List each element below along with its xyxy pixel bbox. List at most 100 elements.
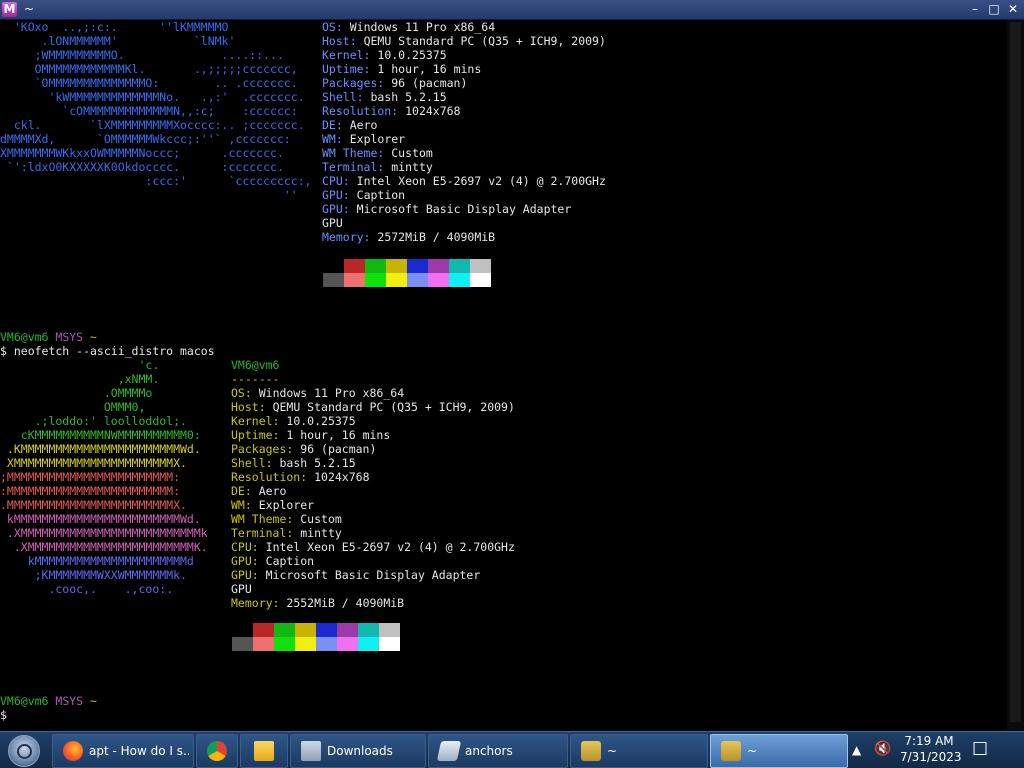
info-key: Memory <box>322 230 364 244</box>
info-colon: : <box>251 554 266 568</box>
taskbar-button-label: apt - How do I s... <box>89 744 189 758</box>
info-key: DE <box>231 484 245 498</box>
color-swatch <box>253 623 274 637</box>
info-key: GPU <box>231 554 252 568</box>
info-key: DE <box>322 118 336 132</box>
taskbar-button-folder[interactable] <box>240 734 288 768</box>
color-swatch <box>470 273 491 287</box>
maximize-button[interactable]: □ <box>985 2 1003 17</box>
color-swatch <box>358 623 379 637</box>
info-key: GPU <box>322 202 343 216</box>
folder-icon <box>254 741 274 761</box>
info-line: Packages: 96 (pacman) <box>231 442 376 456</box>
info-line: GPU <box>231 582 252 596</box>
taskbar-button-anchors[interactable]: anchors <box>428 734 568 768</box>
info-key: Kernel <box>231 414 273 428</box>
info-colon: : <box>363 230 378 244</box>
close-button[interactable]: ✕ <box>1004 2 1022 17</box>
taskbar-button-apt[interactable]: apt - How do I s... <box>52 734 194 768</box>
color-swatch <box>386 273 407 287</box>
color-swatch <box>316 637 337 651</box>
info-line: GPU: Microsoft Basic Display Adapter <box>231 568 480 582</box>
info-line: WM Theme: Custom <box>231 512 342 526</box>
ascii-art-line: `OMMMMMMMMMMMMMMO: .. .ccccccc. <box>0 76 298 90</box>
terminal-output[interactable]: 'KOxo ..,;:c:. ''lKMMMMMO .lONMMMMMM' `l… <box>0 20 1024 731</box>
taskbar-button-chrome[interactable] <box>196 734 238 768</box>
info-colon: : <box>286 526 301 540</box>
notification-icon[interactable]: ☐ <box>972 739 988 760</box>
minimize-button[interactable]: – <box>966 2 984 17</box>
color-swatch <box>449 273 470 287</box>
info-key: Resolution <box>231 470 301 484</box>
info-line: Host: QEMU Standard PC (Q35 + ICH9, 2009… <box>231 400 515 414</box>
color-swatch <box>232 623 253 637</box>
start-button[interactable] <box>8 735 40 767</box>
color-swatch <box>407 259 428 273</box>
info-value: 1024x768 <box>314 470 370 484</box>
taskbar-button-mintty[interactable]: ~ <box>570 734 708 768</box>
info-key: WM Theme <box>322 146 378 160</box>
info-value: Custom <box>300 512 342 526</box>
title-bar[interactable]: M ~ – □ ✕ <box>0 0 1024 20</box>
scrollbar[interactable] <box>1007 20 1024 731</box>
info-key: OS <box>231 386 245 400</box>
info-value: Explorer <box>258 498 315 512</box>
chrome-icon <box>207 741 227 761</box>
info-value: Windows 11 Pro x86_64 <box>349 20 496 34</box>
info-line: WM: Explorer <box>322 132 405 146</box>
ascii-art-line: .MMMMMMMMMMMMMMMMMMMMMMMMX. <box>0 498 187 512</box>
ascii-art-line: ,xNMM. <box>0 372 160 386</box>
info-value: 10.0.25375 <box>377 48 447 62</box>
info-value: mintty <box>300 526 342 540</box>
ascii-art-line: XMMMMMMMMMMMMMMMMMMMMMMMX. <box>0 456 187 470</box>
tray-overflow-icon[interactable]: ▲ <box>852 743 861 757</box>
taskbar-button-label: Downloads <box>327 744 393 758</box>
info-key: Terminal <box>231 526 287 540</box>
ascii-art-line: '' <box>0 188 298 202</box>
ascii-art-line: XMMMMMMMWKkxxOWMMMMMNoccc; .ccccccc. <box>0 146 284 160</box>
info-colon: : <box>377 160 392 174</box>
command-line[interactable]: $ neofetch --ascii_distro macos <box>0 344 215 358</box>
ascii-art-line: .XMMMMMMMMMMMMMMMMMMMMMMMMMMk <box>0 526 208 540</box>
prompt-host: MSYS <box>55 330 84 344</box>
ascii-art-line: dMMMMXd, `OMMMMMMWkccc;:''` ,ccccccc: <box>0 132 291 146</box>
info-key: CPU <box>322 174 343 188</box>
taskbar-button-label: ~ <box>747 744 758 758</box>
info-key: Host <box>322 34 350 48</box>
ascii-art-line: OMMMMMMMMMMMMKl. .,;;;;;ccccccc, <box>0 62 298 76</box>
info-key: Terminal <box>322 160 378 174</box>
ascii-art-line: kMMMMMMMMMMMMMMMMMMMMMMd <box>0 554 194 568</box>
taskbar-button-downloads[interactable]: Downloads <box>290 734 426 768</box>
info-colon: : <box>335 20 350 34</box>
color-swatch <box>344 259 365 273</box>
clock-date[interactable]: 7/31/2023 <box>900 750 962 764</box>
info-colon: : <box>391 104 406 118</box>
scrollbar-thumb[interactable] <box>1010 22 1021 722</box>
info-colon: : <box>356 90 371 104</box>
command-line[interactable]: $ <box>0 708 7 722</box>
info-value: GPU <box>231 582 252 596</box>
info-colon: : <box>251 568 266 582</box>
ascii-art-line: kMMMMMMMMMMMMMMMMMMMMMMMMWd. <box>0 512 201 526</box>
prompt-line: VM6@vm6 MSYS ~ <box>0 330 97 344</box>
color-swatch <box>470 259 491 273</box>
color-swatch <box>365 259 386 273</box>
info-key: CPU <box>231 540 252 554</box>
volume-muted-icon[interactable]: 🔇 <box>874 741 891 757</box>
info-line: Memory: 2552MiB / 4090MiB <box>231 596 404 610</box>
info-value: 1 hour, 16 mins <box>286 428 391 442</box>
info-key: GPU <box>231 568 252 582</box>
color-swatch <box>323 273 344 287</box>
taskbar-button-mintty[interactable]: ~ <box>710 734 848 768</box>
info-colon: : <box>244 386 259 400</box>
ascii-art-line: ;MMMMMMMMMMMMMMMMMMMMMMMM: <box>0 470 181 484</box>
info-key: Shell <box>322 90 357 104</box>
clock-time[interactable]: 7:19 AM <box>900 734 958 748</box>
info-colon: : <box>251 540 266 554</box>
firefox-icon <box>63 741 83 761</box>
info-colon: : <box>286 442 301 456</box>
color-swatch <box>274 637 295 651</box>
info-key: Resolution <box>322 104 392 118</box>
info-value: QEMU Standard PC (Q35 + ICH9, 2009) <box>363 34 606 48</box>
